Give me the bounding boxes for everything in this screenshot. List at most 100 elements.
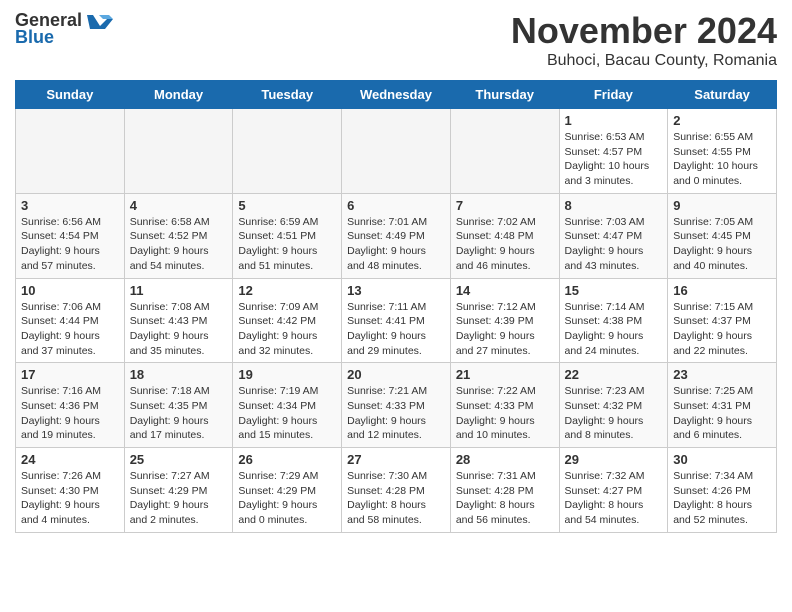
calendar-cell: 15 Sunrise: 7:14 AMSunset: 4:38 PMDayligh… — [559, 278, 668, 363]
calendar-cell: 19 Sunrise: 7:19 AMSunset: 4:34 PMDayligh… — [233, 363, 342, 448]
day-info: Sunrise: 7:14 AMSunset: 4:38 PMDaylight:… — [565, 300, 663, 359]
day-info: Sunrise: 7:23 AMSunset: 4:32 PMDaylight:… — [565, 384, 663, 443]
day-number: 8 — [565, 198, 663, 213]
col-header-wednesday: Wednesday — [342, 81, 451, 109]
calendar-cell — [450, 109, 559, 194]
calendar-cell: 25 Sunrise: 7:27 AMSunset: 4:29 PMDayligh… — [124, 448, 233, 533]
day-info: Sunrise: 7:32 AMSunset: 4:27 PMDaylight:… — [565, 469, 663, 528]
calendar-cell: 3Sunrise: 6:56 AMSunset: 4:54 PMDaylight… — [16, 193, 125, 278]
day-number: 16 — [673, 283, 771, 298]
week-row-3: 10 Sunrise: 7:06 AMSunset: 4:44 PMDayligh… — [16, 278, 777, 363]
calendar-cell: 23 Sunrise: 7:25 AMSunset: 4:31 PMDayligh… — [668, 363, 777, 448]
month-title: November 2024 — [511, 10, 777, 52]
calendar-cell: 17Sunrise: 7:16 AMSunset: 4:36 PMDayligh… — [16, 363, 125, 448]
day-number: 19 — [238, 367, 336, 382]
page-container: General Blue November 2024 Buhoci, Bacau… — [0, 0, 792, 543]
day-info: Sunrise: 7:09 AMSunset: 4:42 PMDaylight:… — [238, 300, 336, 359]
week-row-4: 17Sunrise: 7:16 AMSunset: 4:36 PMDayligh… — [16, 363, 777, 448]
day-number: 10 — [21, 283, 119, 298]
day-number: 22 — [565, 367, 663, 382]
day-info: Sunrise: 7:27 AMSunset: 4:29 PMDaylight:… — [130, 469, 228, 528]
calendar-cell — [124, 109, 233, 194]
calendar-cell: 30 Sunrise: 7:34 AMSunset: 4:26 PMDayligh… — [668, 448, 777, 533]
day-number: 4 — [130, 198, 228, 213]
calendar-cell — [233, 109, 342, 194]
week-row-2: 3Sunrise: 6:56 AMSunset: 4:54 PMDaylight… — [16, 193, 777, 278]
day-number: 15 — [565, 283, 663, 298]
day-number: 23 — [673, 367, 771, 382]
day-number: 29 — [565, 452, 663, 467]
day-info: Sunrise: 7:31 AMSunset: 4:28 PMDaylight:… — [456, 469, 554, 528]
week-row-5: 24Sunrise: 7:26 AMSunset: 4:30 PMDayligh… — [16, 448, 777, 533]
day-info: Sunrise: 6:59 AMSunset: 4:51 PMDaylight:… — [238, 215, 336, 274]
header-row: SundayMondayTuesdayWednesdayThursdayFrid… — [16, 81, 777, 109]
day-number: 21 — [456, 367, 554, 382]
logo: General Blue — [15, 10, 115, 48]
day-number: 30 — [673, 452, 771, 467]
day-info: Sunrise: 7:21 AMSunset: 4:33 PMDaylight:… — [347, 384, 445, 443]
title-block: November 2024 Buhoci, Bacau County, Roma… — [511, 10, 777, 70]
calendar-cell: 12 Sunrise: 7:09 AMSunset: 4:42 PMDayligh… — [233, 278, 342, 363]
day-number: 26 — [238, 452, 336, 467]
day-info: Sunrise: 7:03 AMSunset: 4:47 PMDaylight:… — [565, 215, 663, 274]
col-header-monday: Monday — [124, 81, 233, 109]
calendar-cell: 26 Sunrise: 7:29 AMSunset: 4:29 PMDayligh… — [233, 448, 342, 533]
col-header-thursday: Thursday — [450, 81, 559, 109]
day-number: 12 — [238, 283, 336, 298]
calendar-cell: 27 Sunrise: 7:30 AMSunset: 4:28 PMDayligh… — [342, 448, 451, 533]
day-number: 25 — [130, 452, 228, 467]
calendar-cell: 1 Sunrise: 6:53 AMSunset: 4:57 PMDaylight… — [559, 109, 668, 194]
col-header-saturday: Saturday — [668, 81, 777, 109]
day-info: Sunrise: 7:11 AMSunset: 4:41 PMDaylight:… — [347, 300, 445, 359]
calendar-cell: 14Sunrise: 7:12 AMSunset: 4:39 PMDayligh… — [450, 278, 559, 363]
calendar-cell: 9Sunrise: 7:05 AMSunset: 4:45 PMDaylight… — [668, 193, 777, 278]
day-number: 9 — [673, 198, 771, 213]
day-number: 27 — [347, 452, 445, 467]
col-header-tuesday: Tuesday — [233, 81, 342, 109]
day-info: Sunrise: 7:25 AMSunset: 4:31 PMDaylight:… — [673, 384, 771, 443]
day-number: 18 — [130, 367, 228, 382]
calendar-cell: 5Sunrise: 6:59 AMSunset: 4:51 PMDaylight… — [233, 193, 342, 278]
col-header-sunday: Sunday — [16, 81, 125, 109]
day-number: 13 — [347, 283, 445, 298]
calendar-cell: 16 Sunrise: 7:15 AMSunset: 4:37 PMDayligh… — [668, 278, 777, 363]
calendar-cell: 6 Sunrise: 7:01 AMSunset: 4:49 PMDaylight… — [342, 193, 451, 278]
day-info: Sunrise: 7:19 AMSunset: 4:34 PMDaylight:… — [238, 384, 336, 443]
day-info: Sunrise: 7:30 AMSunset: 4:28 PMDaylight:… — [347, 469, 445, 528]
logo-blue: Blue — [15, 27, 54, 48]
day-info: Sunrise: 7:34 AMSunset: 4:26 PMDaylight:… — [673, 469, 771, 528]
calendar-cell: 24Sunrise: 7:26 AMSunset: 4:30 PMDayligh… — [16, 448, 125, 533]
calendar-cell: 28 Sunrise: 7:31 AMSunset: 4:28 PMDayligh… — [450, 448, 559, 533]
day-number: 2 — [673, 113, 771, 128]
calendar-cell: 4 Sunrise: 6:58 AMSunset: 4:52 PMDaylight… — [124, 193, 233, 278]
day-number: 6 — [347, 198, 445, 213]
day-info: Sunrise: 7:01 AMSunset: 4:49 PMDaylight:… — [347, 215, 445, 274]
calendar-cell: 21Sunrise: 7:22 AMSunset: 4:33 PMDayligh… — [450, 363, 559, 448]
header: General Blue November 2024 Buhoci, Bacau… — [15, 10, 777, 70]
calendar-cell: 29 Sunrise: 7:32 AMSunset: 4:27 PMDayligh… — [559, 448, 668, 533]
day-info: Sunrise: 7:02 AMSunset: 4:48 PMDaylight:… — [456, 215, 554, 274]
day-info: Sunrise: 6:58 AMSunset: 4:52 PMDaylight:… — [130, 215, 228, 274]
calendar-cell — [16, 109, 125, 194]
day-info: Sunrise: 7:06 AMSunset: 4:44 PMDaylight:… — [21, 300, 119, 359]
calendar-cell: 11Sunrise: 7:08 AMSunset: 4:43 PMDayligh… — [124, 278, 233, 363]
calendar-cell: 8 Sunrise: 7:03 AMSunset: 4:47 PMDaylight… — [559, 193, 668, 278]
day-number: 28 — [456, 452, 554, 467]
day-info: Sunrise: 6:53 AMSunset: 4:57 PMDaylight:… — [565, 130, 663, 189]
calendar-cell: 2 Sunrise: 6:55 AMSunset: 4:55 PMDaylight… — [668, 109, 777, 194]
day-info: Sunrise: 7:29 AMSunset: 4:29 PMDaylight:… — [238, 469, 336, 528]
day-number: 17 — [21, 367, 119, 382]
calendar-cell: 22 Sunrise: 7:23 AMSunset: 4:32 PMDayligh… — [559, 363, 668, 448]
day-info: Sunrise: 7:15 AMSunset: 4:37 PMDaylight:… — [673, 300, 771, 359]
day-number: 11 — [130, 283, 228, 298]
day-number: 20 — [347, 367, 445, 382]
day-number: 1 — [565, 113, 663, 128]
day-info: Sunrise: 6:55 AMSunset: 4:55 PMDaylight:… — [673, 130, 771, 189]
day-number: 7 — [456, 198, 554, 213]
day-number: 24 — [21, 452, 119, 467]
day-info: Sunrise: 6:56 AMSunset: 4:54 PMDaylight:… — [21, 215, 119, 274]
day-number: 14 — [456, 283, 554, 298]
calendar-cell: 18Sunrise: 7:18 AMSunset: 4:35 PMDayligh… — [124, 363, 233, 448]
calendar-cell — [342, 109, 451, 194]
logo-icon — [85, 11, 115, 31]
